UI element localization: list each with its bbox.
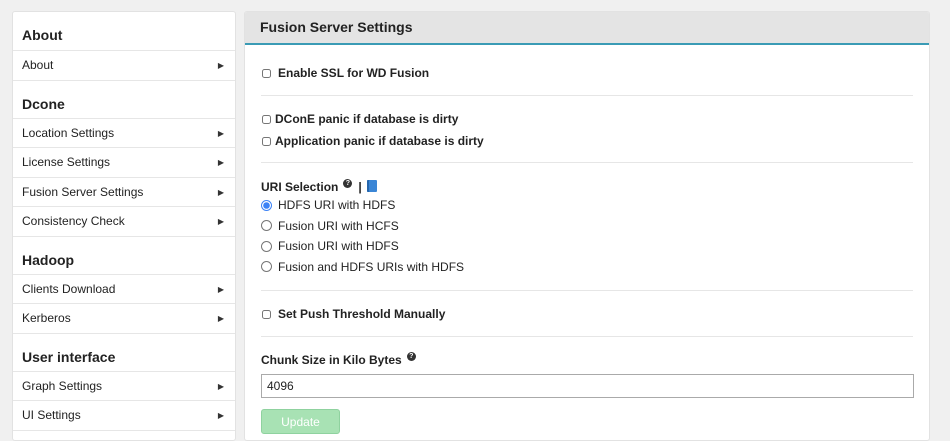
- update-button[interactable]: Update: [261, 409, 340, 434]
- triangle-right-icon: ▶: [217, 284, 224, 294]
- uri-selection-label: URI Selection: [261, 179, 339, 194]
- triangle-right-icon: ▶: [217, 187, 224, 197]
- uri-selection-label-row: URI Selection ? |: [261, 178, 913, 195]
- sidebar-item-label: About: [22, 58, 54, 72]
- uri-option-label: Fusion and HDFS URIs with HDFS: [278, 259, 465, 274]
- sidebar-item-graph-settings[interactable]: Graph Settings ▶: [13, 372, 235, 401]
- push-threshold-group: Set Push Threshold Manually: [261, 291, 913, 337]
- uri-option-fusion-and-hdfs[interactable]: Fusion and HDFS URIs with HDFS: [261, 257, 913, 278]
- uri-option-label: HDFS URI with HDFS: [278, 198, 396, 213]
- help-icon[interactable]: ?: [343, 179, 353, 188]
- sidebar-heading-user-interface: User interface: [13, 334, 235, 372]
- triangle-right-icon: ▶: [217, 381, 224, 391]
- sidebar-item-label: Kerberos: [22, 311, 71, 325]
- push-threshold-option[interactable]: Set Push Threshold Manually: [261, 303, 913, 325]
- dcone-panic-option[interactable]: DConE panic if database is dirty: [261, 108, 913, 130]
- sidebar-item-label: License Settings: [22, 155, 111, 169]
- settings-panel: Fusion Server Settings Enable SSL for WD…: [244, 11, 930, 441]
- dcone-panic-checkbox[interactable]: [262, 114, 271, 124]
- ssl-label: Enable SSL for WD Fusion: [278, 66, 430, 80]
- ssl-option[interactable]: Enable SSL for WD Fusion: [261, 62, 913, 84]
- triangle-right-icon: ▶: [217, 158, 224, 167]
- sidebar-item-location-settings[interactable]: Location Settings ▶: [13, 119, 235, 148]
- app-panic-option[interactable]: Application panic if database is dirty: [261, 130, 913, 152]
- sidebar-item-label: Graph Settings: [22, 378, 103, 393]
- help-icon[interactable]: ?: [406, 352, 416, 361]
- triangle-right-icon: ▶: [217, 61, 224, 70]
- chunk-size-input[interactable]: [261, 374, 914, 398]
- triangle-right-icon: ▶: [217, 411, 224, 420]
- book-icon[interactable]: [366, 179, 377, 192]
- chunk-size-label-row: Chunk Size in Kilo Bytes ?: [261, 351, 913, 368]
- uri-group: URI Selection ? | HDFS URI with HDFS Fus…: [261, 163, 913, 291]
- chunk-size-label: Chunk Size in Kilo Bytes: [261, 352, 402, 367]
- sidebar-item-label: Clients Download: [22, 281, 116, 296]
- sidebar-item-consistency-check[interactable]: Consistency Check ▶: [13, 207, 235, 237]
- uri-option-hdfs-hdfs[interactable]: HDFS URI with HDFS: [261, 195, 913, 216]
- uri-radio-hdfs-hdfs[interactable]: [261, 199, 272, 211]
- push-threshold-label: Set Push Threshold Manually: [278, 307, 446, 321]
- uri-option-fusion-hdfs[interactable]: Fusion URI with HDFS: [261, 236, 913, 257]
- panic-group: DConE panic if database is dirty Applica…: [261, 96, 913, 163]
- sidebar-item-about[interactable]: About ▶: [13, 51, 235, 81]
- sidebar-heading-hadoop: Hadoop: [13, 237, 235, 275]
- uri-option-label: Fusion URI with HDFS: [278, 239, 399, 254]
- sidebar-item-label: Consistency Check: [22, 214, 125, 228]
- sidebar-item-kerberos[interactable]: Kerberos ▶: [13, 304, 235, 334]
- app-panic-checkbox[interactable]: [262, 136, 271, 146]
- panel-title: Fusion Server Settings: [245, 12, 929, 45]
- sidebar-heading-dcone: Dcone: [13, 81, 235, 119]
- sidebar-heading-about: About: [13, 12, 235, 51]
- uri-radio-fusion-hcfs[interactable]: [261, 220, 272, 232]
- sidebar-item-label: Location Settings: [22, 125, 115, 140]
- sidebar-item-ui-settings[interactable]: UI Settings ▶: [13, 401, 235, 431]
- app-panic-label: Application panic if database is dirty: [275, 134, 484, 148]
- ssl-checkbox[interactable]: [262, 68, 271, 78]
- separator: |: [358, 179, 362, 194]
- sidebar-item-label: UI Settings: [22, 408, 81, 422]
- uri-radio-fusion-and-hdfs[interactable]: [261, 261, 272, 273]
- sidebar: About About ▶ Dcone Location Settings ▶ …: [12, 11, 236, 441]
- uri-option-fusion-hcfs[interactable]: Fusion URI with HCFS: [261, 216, 913, 237]
- ssl-group: Enable SSL for WD Fusion: [261, 45, 913, 96]
- uri-option-label: Fusion URI with HCFS: [278, 218, 399, 233]
- push-threshold-checkbox[interactable]: [262, 309, 271, 319]
- sidebar-item-label: Fusion Server Settings: [22, 184, 144, 199]
- uri-radio-fusion-hdfs[interactable]: [261, 240, 272, 252]
- sidebar-item-fusion-server-settings[interactable]: Fusion Server Settings ▶: [13, 178, 235, 207]
- triangle-right-icon: ▶: [217, 314, 224, 323]
- dcone-panic-label: DConE panic if database is dirty: [275, 112, 459, 126]
- sidebar-item-clients-download[interactable]: Clients Download ▶: [13, 275, 235, 304]
- sidebar-item-license-settings[interactable]: License Settings ▶: [13, 148, 235, 178]
- chunk-size-group: Chunk Size in Kilo Bytes ? Update: [261, 337, 914, 434]
- triangle-right-icon: ▶: [217, 217, 224, 226]
- triangle-right-icon: ▶: [217, 128, 224, 138]
